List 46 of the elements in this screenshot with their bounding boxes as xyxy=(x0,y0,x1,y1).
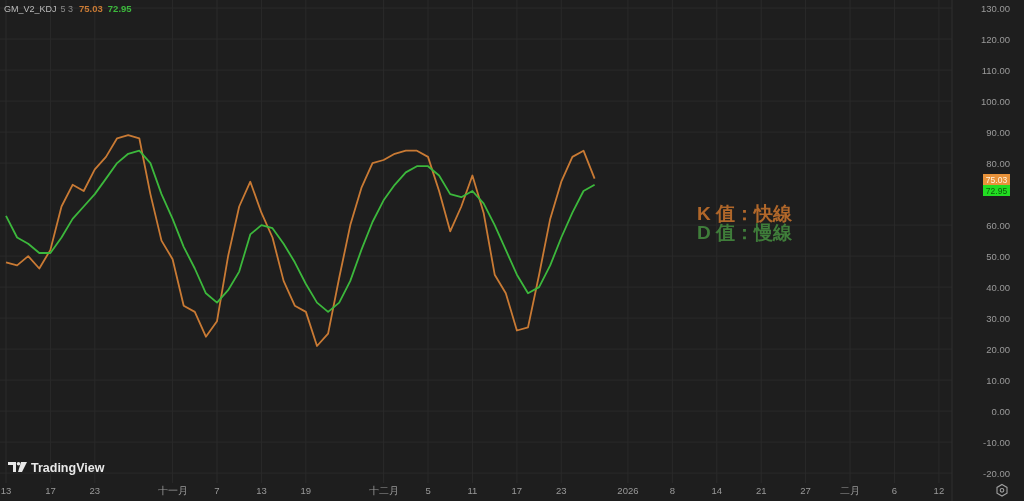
axis-label: 13 xyxy=(256,485,267,496)
axis-label: 120.00 xyxy=(980,33,1010,45)
indicator-value: 75.03 xyxy=(79,3,103,14)
axis-label: 23 xyxy=(556,485,567,496)
axis-label: 13 xyxy=(0,485,12,496)
settings-icon[interactable] xyxy=(996,483,1008,497)
axis-label: 30.00 xyxy=(986,312,1010,324)
indicator-value: 72.95 xyxy=(107,3,132,14)
axis-label: 27 xyxy=(800,485,811,496)
axis-label: -10.00 xyxy=(983,436,1010,448)
annotation-text: K 值：快線 xyxy=(697,203,792,224)
axis-label: 110.00 xyxy=(981,64,1010,76)
axis-label: 二月 xyxy=(840,485,861,496)
axis-label: 23 xyxy=(89,485,101,496)
price-tag: 72.95 xyxy=(983,185,1010,196)
axis-label: 十二月 xyxy=(368,485,399,496)
axis-label: 40.00 xyxy=(986,281,1010,293)
annotation-text: D 值：慢線 xyxy=(697,222,792,243)
axis-label: 17 xyxy=(511,485,523,496)
axis-label: 60.00 xyxy=(986,219,1010,231)
axis-label: 130.00 xyxy=(980,2,1010,14)
axis-label: 10.00 xyxy=(986,374,1010,386)
indicator-name: GM_V2_KDJ xyxy=(4,4,57,14)
axis-label: 80.00 xyxy=(986,157,1010,169)
axis-label: 11 xyxy=(467,485,478,496)
axis-label: 十一月 xyxy=(157,485,188,496)
axis-label: 17 xyxy=(45,485,56,496)
axis-label: 20.00 xyxy=(986,343,1010,355)
axis-label: 0.00 xyxy=(991,405,1010,417)
logo-text: TradingView xyxy=(31,460,105,475)
axis-label: 7 xyxy=(214,485,220,496)
axis-label: 100.00 xyxy=(980,95,1010,107)
axis-label: 12 xyxy=(933,485,945,496)
axis-label: 90.00 xyxy=(986,126,1010,138)
axis-label: -20.00 xyxy=(983,467,1010,479)
axis-label: 50.00 xyxy=(986,250,1010,262)
axis-label: 19 xyxy=(300,485,312,496)
logo-icon xyxy=(8,462,27,472)
axis-label: 2026 xyxy=(617,485,639,496)
axis-label: 21 xyxy=(755,485,767,496)
price-tag: 75.03 xyxy=(983,174,1010,185)
axis-label: 8 xyxy=(669,485,675,496)
axis-label: 5 xyxy=(425,485,431,496)
axis-label: 6 xyxy=(891,485,898,496)
axis-label: 14 xyxy=(711,485,723,496)
indicator-params: 5 3 xyxy=(60,4,74,14)
